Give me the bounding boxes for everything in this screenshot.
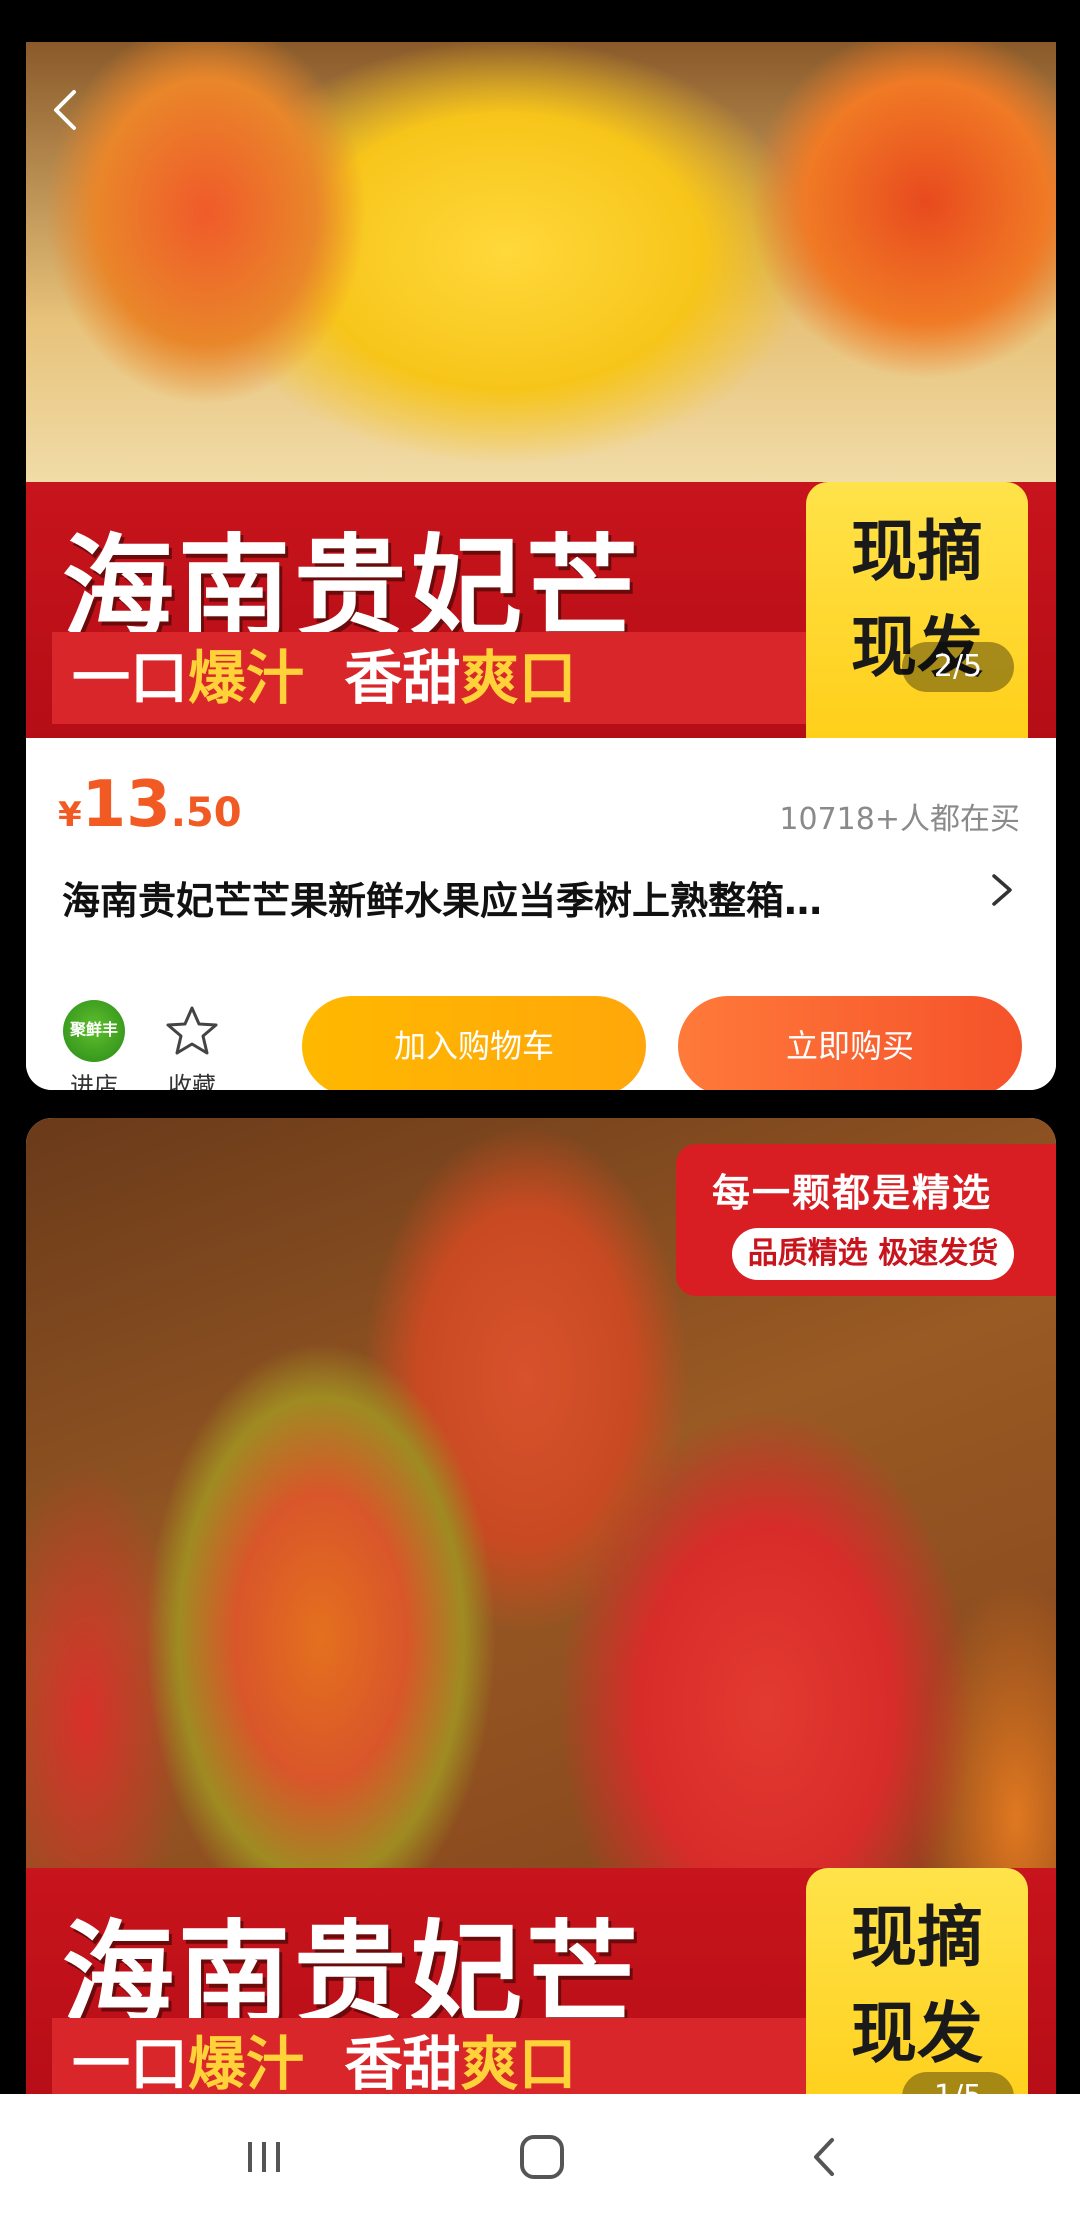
price-integer: 13 xyxy=(81,768,171,842)
product-image[interactable]: 每一颗都是精选 品质精选 极速发货 海南贵妃芒 一口爆汁 香甜爽口 现摘 现发 … xyxy=(26,1118,1056,2094)
promo-line: 每一颗都是精选 xyxy=(712,1171,993,1215)
banner-sub-text: 香甜 xyxy=(344,2030,461,2094)
shop-logo: 聚鲜丰 xyxy=(63,1000,125,1062)
home-icon[interactable] xyxy=(512,2132,572,2182)
shop-button[interactable]: 聚鲜丰 进店 xyxy=(62,1000,126,1090)
add-to-cart-button[interactable]: 加入购物车 xyxy=(302,996,646,1090)
system-nav-bar xyxy=(0,2094,1080,2220)
banner-subtitle: 一口爆汁 香甜爽口 xyxy=(52,632,832,724)
image-banner: 海南贵妃芒 一口爆汁 香甜爽口 现摘 现发 xyxy=(26,1868,1056,2094)
badge-line: 现发 xyxy=(851,1995,983,2072)
image-counter: 2/5 xyxy=(902,642,1014,692)
product-title[interactable]: 海南贵妃芒芒果新鲜水果应当季树上熟整箱… xyxy=(62,870,942,925)
back-icon[interactable] xyxy=(796,2132,856,2182)
banner-sub-text: 香甜 xyxy=(344,644,461,712)
fresh-badge: 现摘 现发 xyxy=(806,482,1028,738)
status-bar xyxy=(0,0,1080,42)
badge-line: 现摘 xyxy=(851,1899,983,1976)
back-arrow-icon[interactable] xyxy=(40,82,96,138)
price-decimal: .50 xyxy=(170,790,242,836)
favorite-label: 收藏 xyxy=(168,1072,216,1090)
shop-label: 进店 xyxy=(70,1072,118,1090)
recents-icon[interactable] xyxy=(234,2132,294,2182)
banner-subtitle: 一口爆汁 香甜爽口 xyxy=(52,2018,832,2094)
buy-now-button[interactable]: 立即购买 xyxy=(678,996,1022,1090)
price-currency: ¥ xyxy=(58,795,82,835)
shop-logo-text: 聚鲜丰 xyxy=(69,1020,118,1039)
product-feed[interactable]: 海南贵妃芒 一口爆汁 香甜爽口 现摘 现发 2/5 ¥13.50 10718+人… xyxy=(0,42,1080,2094)
favorite-button[interactable]: 收藏 xyxy=(160,1000,224,1090)
product-info: ¥13.50 10718+人都在买 海南贵妃芒芒果新鲜水果应当季树上熟整箱… 聚… xyxy=(26,738,1056,1090)
product-card: 每一颗都是精选 品质精选 极速发货 海南贵妃芒 一口爆汁 香甜爽口 现摘 现发 … xyxy=(26,1118,1056,2094)
banner-sub-text: 一口 xyxy=(72,644,189,712)
star-icon xyxy=(161,1000,223,1062)
image-banner: 海南贵妃芒 一口爆汁 香甜爽口 现摘 现发 xyxy=(26,482,1056,738)
banner-sub-highlight: 爆汁 xyxy=(188,644,305,712)
banner-sub-highlight: 爆汁 xyxy=(188,2030,305,2094)
image-counter: 1/5 xyxy=(902,2072,1014,2094)
product-card: 海南贵妃芒 一口爆汁 香甜爽口 现摘 现发 2/5 ¥13.50 10718+人… xyxy=(26,42,1056,1090)
buyer-count: 10718+人都在买 xyxy=(779,802,1020,837)
banner-sub-highlight: 爽口 xyxy=(460,2030,577,2094)
chevron-right-icon[interactable] xyxy=(982,866,1022,914)
promo-pill: 品质精选 极速发货 xyxy=(732,1228,1014,1280)
fresh-badge: 现摘 现发 xyxy=(806,1868,1028,2094)
price: ¥13.50 xyxy=(58,768,242,842)
banner-sub-highlight: 爽口 xyxy=(460,644,577,712)
promo-badge: 每一颗都是精选 品质精选 极速发货 xyxy=(676,1144,1056,1296)
badge-line: 现摘 xyxy=(851,513,983,590)
banner-sub-text: 一口 xyxy=(72,2030,189,2094)
product-image[interactable]: 海南贵妃芒 一口爆汁 香甜爽口 现摘 现发 2/5 xyxy=(26,42,1056,738)
